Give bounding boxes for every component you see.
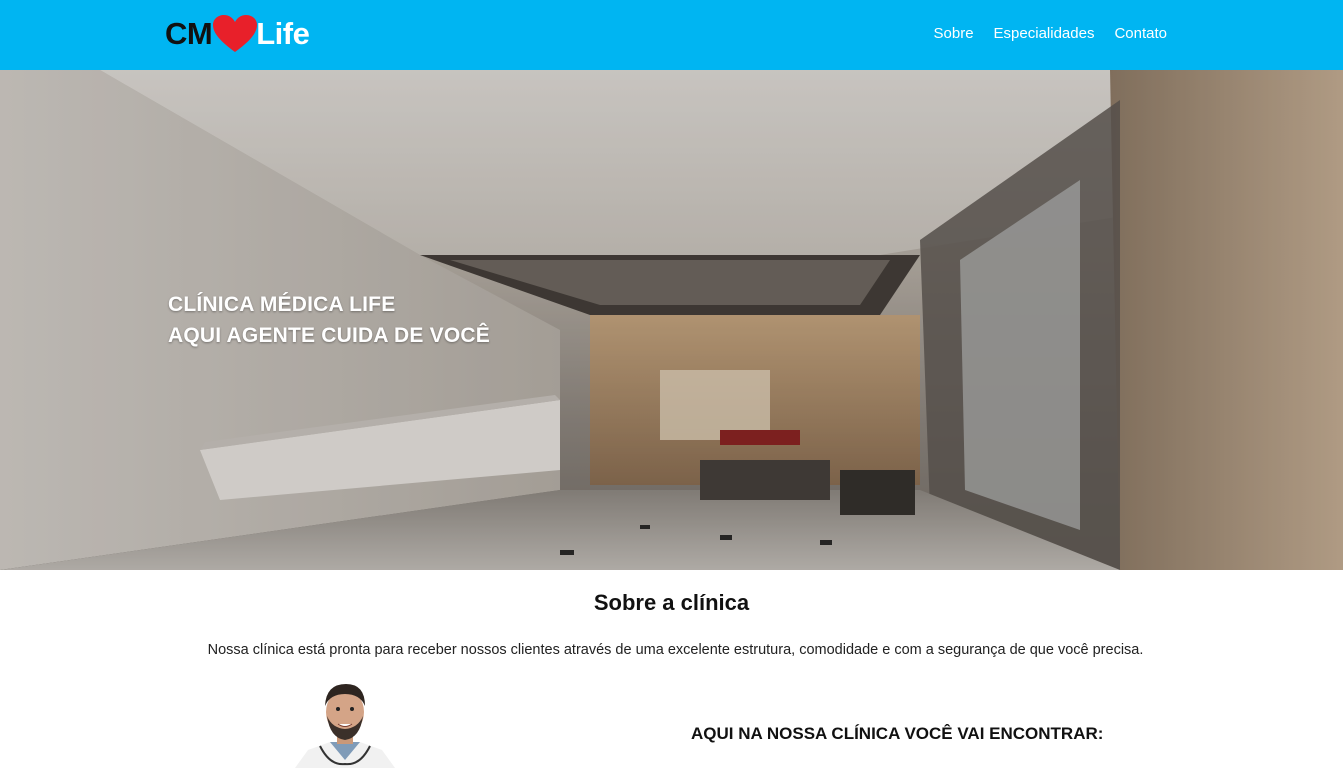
hero-title: CLÍNICA MÉDICA LIFE AQUI AGENTE CUIDA DE…: [168, 289, 490, 351]
about-title: Sobre a clínica: [593, 590, 750, 615]
nav-link-sobre[interactable]: Sobre: [934, 25, 974, 42]
nav-link-especialidades[interactable]: Especialidades: [994, 25, 1095, 42]
logo-cm-text: CM: [165, 16, 213, 51]
logo-life-text: Life: [256, 16, 310, 51]
hero-line-1: CLÍNICA MÉDICA LIFE: [168, 293, 396, 316]
about-text: Nossa clínica está pronta para receber n…: [207, 642, 1144, 658]
hero-banner: CLÍNICA MÉDICA LIFE AQUI AGENTE CUIDA DE…: [0, 70, 1343, 570]
doctor-image: [290, 676, 400, 768]
site-header: CM Life Sobre Especialidades Contato: [0, 0, 1343, 70]
features-title: AQUI NA NOSSA CLÍNICA VOCÊ VAI ENCONTRAR…: [691, 724, 1104, 743]
hero-line-2: AQUI AGENTE CUIDA DE VOCÊ: [168, 324, 490, 347]
heart-icon: [213, 15, 258, 52]
logo[interactable]: CM Life: [165, 12, 310, 56]
nav-link-contato[interactable]: Contato: [1114, 25, 1167, 42]
main-nav: Sobre Especialidades Contato: [934, 25, 1167, 42]
